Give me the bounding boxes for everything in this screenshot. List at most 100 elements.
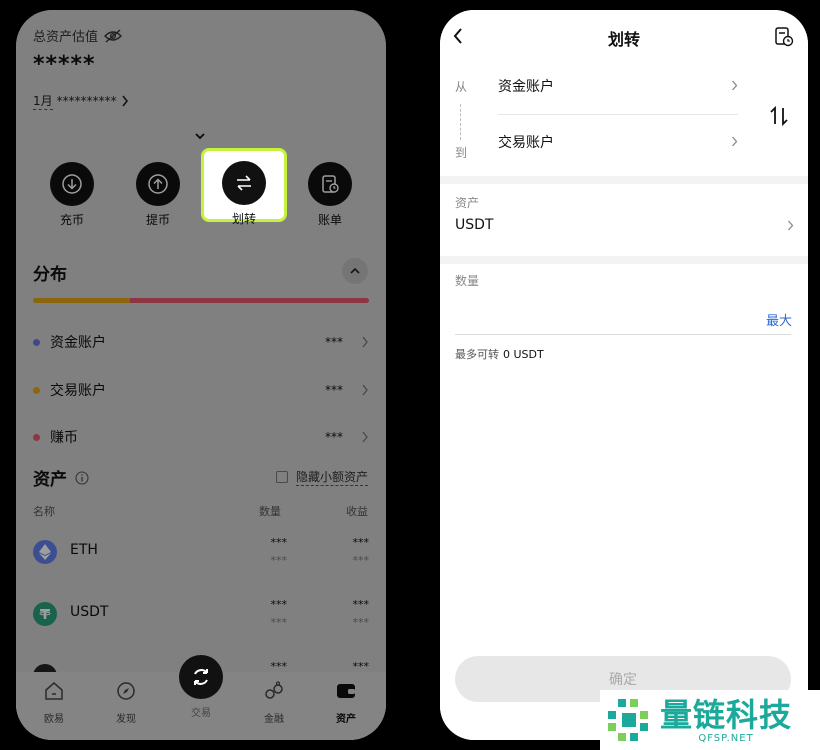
nav-label: 资产 — [336, 714, 356, 725]
chevron-right-icon — [362, 384, 368, 396]
bill-label: 账单 — [317, 213, 342, 227]
upload-icon — [148, 174, 168, 194]
max-transferable-value: 0 USDT — [503, 348, 544, 361]
legend-dot — [33, 433, 40, 441]
wallet-content: 总资产估值 ***** 1月 ********** 充币 提币 账单 分布 资金… — [16, 10, 386, 740]
transfer-icon — [237, 175, 251, 191]
max-button[interactable]: 最大 — [766, 310, 792, 329]
bill-icon — [322, 175, 339, 193]
swap-icon[interactable] — [768, 104, 790, 128]
nav-label: 发现 — [116, 714, 136, 725]
coin-profit-rate: *** — [352, 616, 370, 629]
coin-profit: *** — [352, 598, 370, 611]
from-account-value: 资金账户 — [498, 79, 554, 95]
watermark-url: QFSP.NET — [698, 732, 754, 744]
coin-symbol: ETH — [70, 542, 98, 558]
hide-small-label: 隐藏小额资产 — [295, 470, 368, 486]
asset-row-usdt[interactable]: USDT *** *** *** *** — [33, 594, 369, 634]
coin-quantity: *** — [270, 536, 288, 549]
quantity-input[interactable] — [455, 304, 755, 330]
usdt-coin-icon — [33, 602, 57, 626]
bill-button[interactable]: 账单 — [300, 162, 360, 228]
month-label: 1月 — [33, 94, 53, 110]
account-name: 赚币 — [50, 430, 78, 446]
withdraw-button[interactable]: 提币 — [128, 162, 188, 228]
legend-dot — [33, 338, 40, 346]
account-name: 资金账户 — [50, 335, 106, 351]
history-icon[interactable] — [774, 26, 794, 48]
deposit-label: 充币 — [59, 213, 84, 227]
nav-home[interactable]: 欧易 — [24, 680, 84, 725]
asset-select[interactable]: 资产 USDT — [440, 184, 808, 256]
account-value: *** — [325, 430, 343, 444]
info-icon[interactable] — [75, 470, 89, 485]
asset-label: 资产 — [455, 196, 480, 210]
column-header-name: 名称 — [33, 505, 55, 518]
quantity-underline — [455, 334, 791, 335]
max-transferable: 最多可转 0 USDT — [455, 346, 544, 362]
chevron-right-icon — [122, 95, 128, 107]
nav-finance[interactable]: 金融 — [244, 680, 304, 725]
assets-title-text: 资产 — [33, 470, 67, 490]
distribution-row-funding[interactable]: 资金账户 *** — [33, 330, 369, 354]
coin-quantity: *** — [270, 598, 288, 611]
home-icon — [45, 682, 63, 700]
eye-off-icon[interactable] — [104, 28, 123, 43]
chevron-right-icon — [362, 336, 368, 348]
brand-logo-icon — [608, 699, 648, 741]
transfer-header: 划转 — [440, 10, 808, 60]
coin-symbol: USDT — [70, 604, 109, 620]
deposit-button[interactable]: 充币 — [42, 162, 102, 228]
distribution-segment-trading — [33, 298, 131, 303]
watermark-title: 量链科技 — [660, 695, 793, 734]
chevron-right-icon — [362, 431, 368, 443]
distribution-bar — [33, 298, 369, 303]
legend-dot — [33, 386, 40, 394]
account-value: *** — [325, 383, 343, 397]
hide-small-assets-toggle[interactable]: 隐藏小额资产 — [275, 468, 368, 486]
total-assets-label: 总资产估值 — [33, 26, 123, 45]
chevron-up-icon — [350, 267, 360, 274]
page-title: 划转 — [607, 30, 640, 49]
distribution-collapse-button[interactable] — [342, 258, 368, 284]
coin-quantity-value: *** — [270, 616, 288, 629]
column-header-profit: 收益 — [346, 505, 368, 518]
nav-discover[interactable]: 发现 — [96, 680, 156, 725]
chevron-right-icon — [788, 220, 794, 231]
coin-profit: *** — [352, 536, 370, 549]
account-divider — [498, 114, 738, 115]
hide-small-checkbox[interactable] — [275, 471, 288, 483]
trade-icon — [194, 669, 208, 685]
nav-assets[interactable]: 资产 — [316, 680, 376, 725]
to-label: 到 — [455, 146, 468, 160]
nav-trade-button[interactable] — [179, 655, 223, 699]
nav-label: 金融 — [264, 714, 284, 725]
distribution-title: 分布 — [33, 265, 67, 285]
chevron-right-icon — [732, 80, 738, 91]
chevron-right-icon — [732, 136, 738, 147]
quantity-section: 数量 最大 最多可转 0 USDT 确定 — [440, 264, 808, 740]
asset-value: USDT — [455, 217, 494, 233]
wallet-icon — [337, 684, 355, 698]
finance-icon — [265, 681, 283, 699]
from-account-select[interactable]: 资金账户 — [498, 76, 738, 96]
distribution-row-earn[interactable]: 赚币 *** — [33, 425, 369, 449]
max-transferable-label: 最多可转 — [455, 348, 499, 361]
to-account-select[interactable]: 交易账户 — [498, 132, 738, 152]
transfer-button[interactable]: 划转 — [201, 148, 287, 226]
coin-quantity-value: *** — [270, 554, 288, 567]
transfer-screen: 划转 从 到 资金账户 交易账户 资产 USDT 数量 最大 最多可转 0 USD… — [440, 10, 808, 740]
watermark-text: 量链科技 QFSP.NET — [660, 697, 792, 744]
watermark: 量链科技 QFSP.NET — [600, 690, 820, 750]
asset-row-eth[interactable]: ETH *** *** *** *** — [33, 532, 369, 572]
month-pnl-row[interactable]: 1月 ********** — [33, 92, 129, 110]
from-to-connector — [460, 104, 461, 140]
distribution-row-trading[interactable]: 交易账户 *** — [33, 378, 369, 402]
chevron-down-icon[interactable] — [192, 128, 208, 144]
from-label: 从 — [455, 80, 468, 94]
discover-icon — [117, 682, 135, 700]
quantity-label: 数量 — [455, 274, 480, 288]
month-pnl-value: ********** — [56, 94, 117, 108]
transfer-label: 划转 — [231, 212, 256, 226]
total-assets-value: ***** — [33, 52, 96, 77]
